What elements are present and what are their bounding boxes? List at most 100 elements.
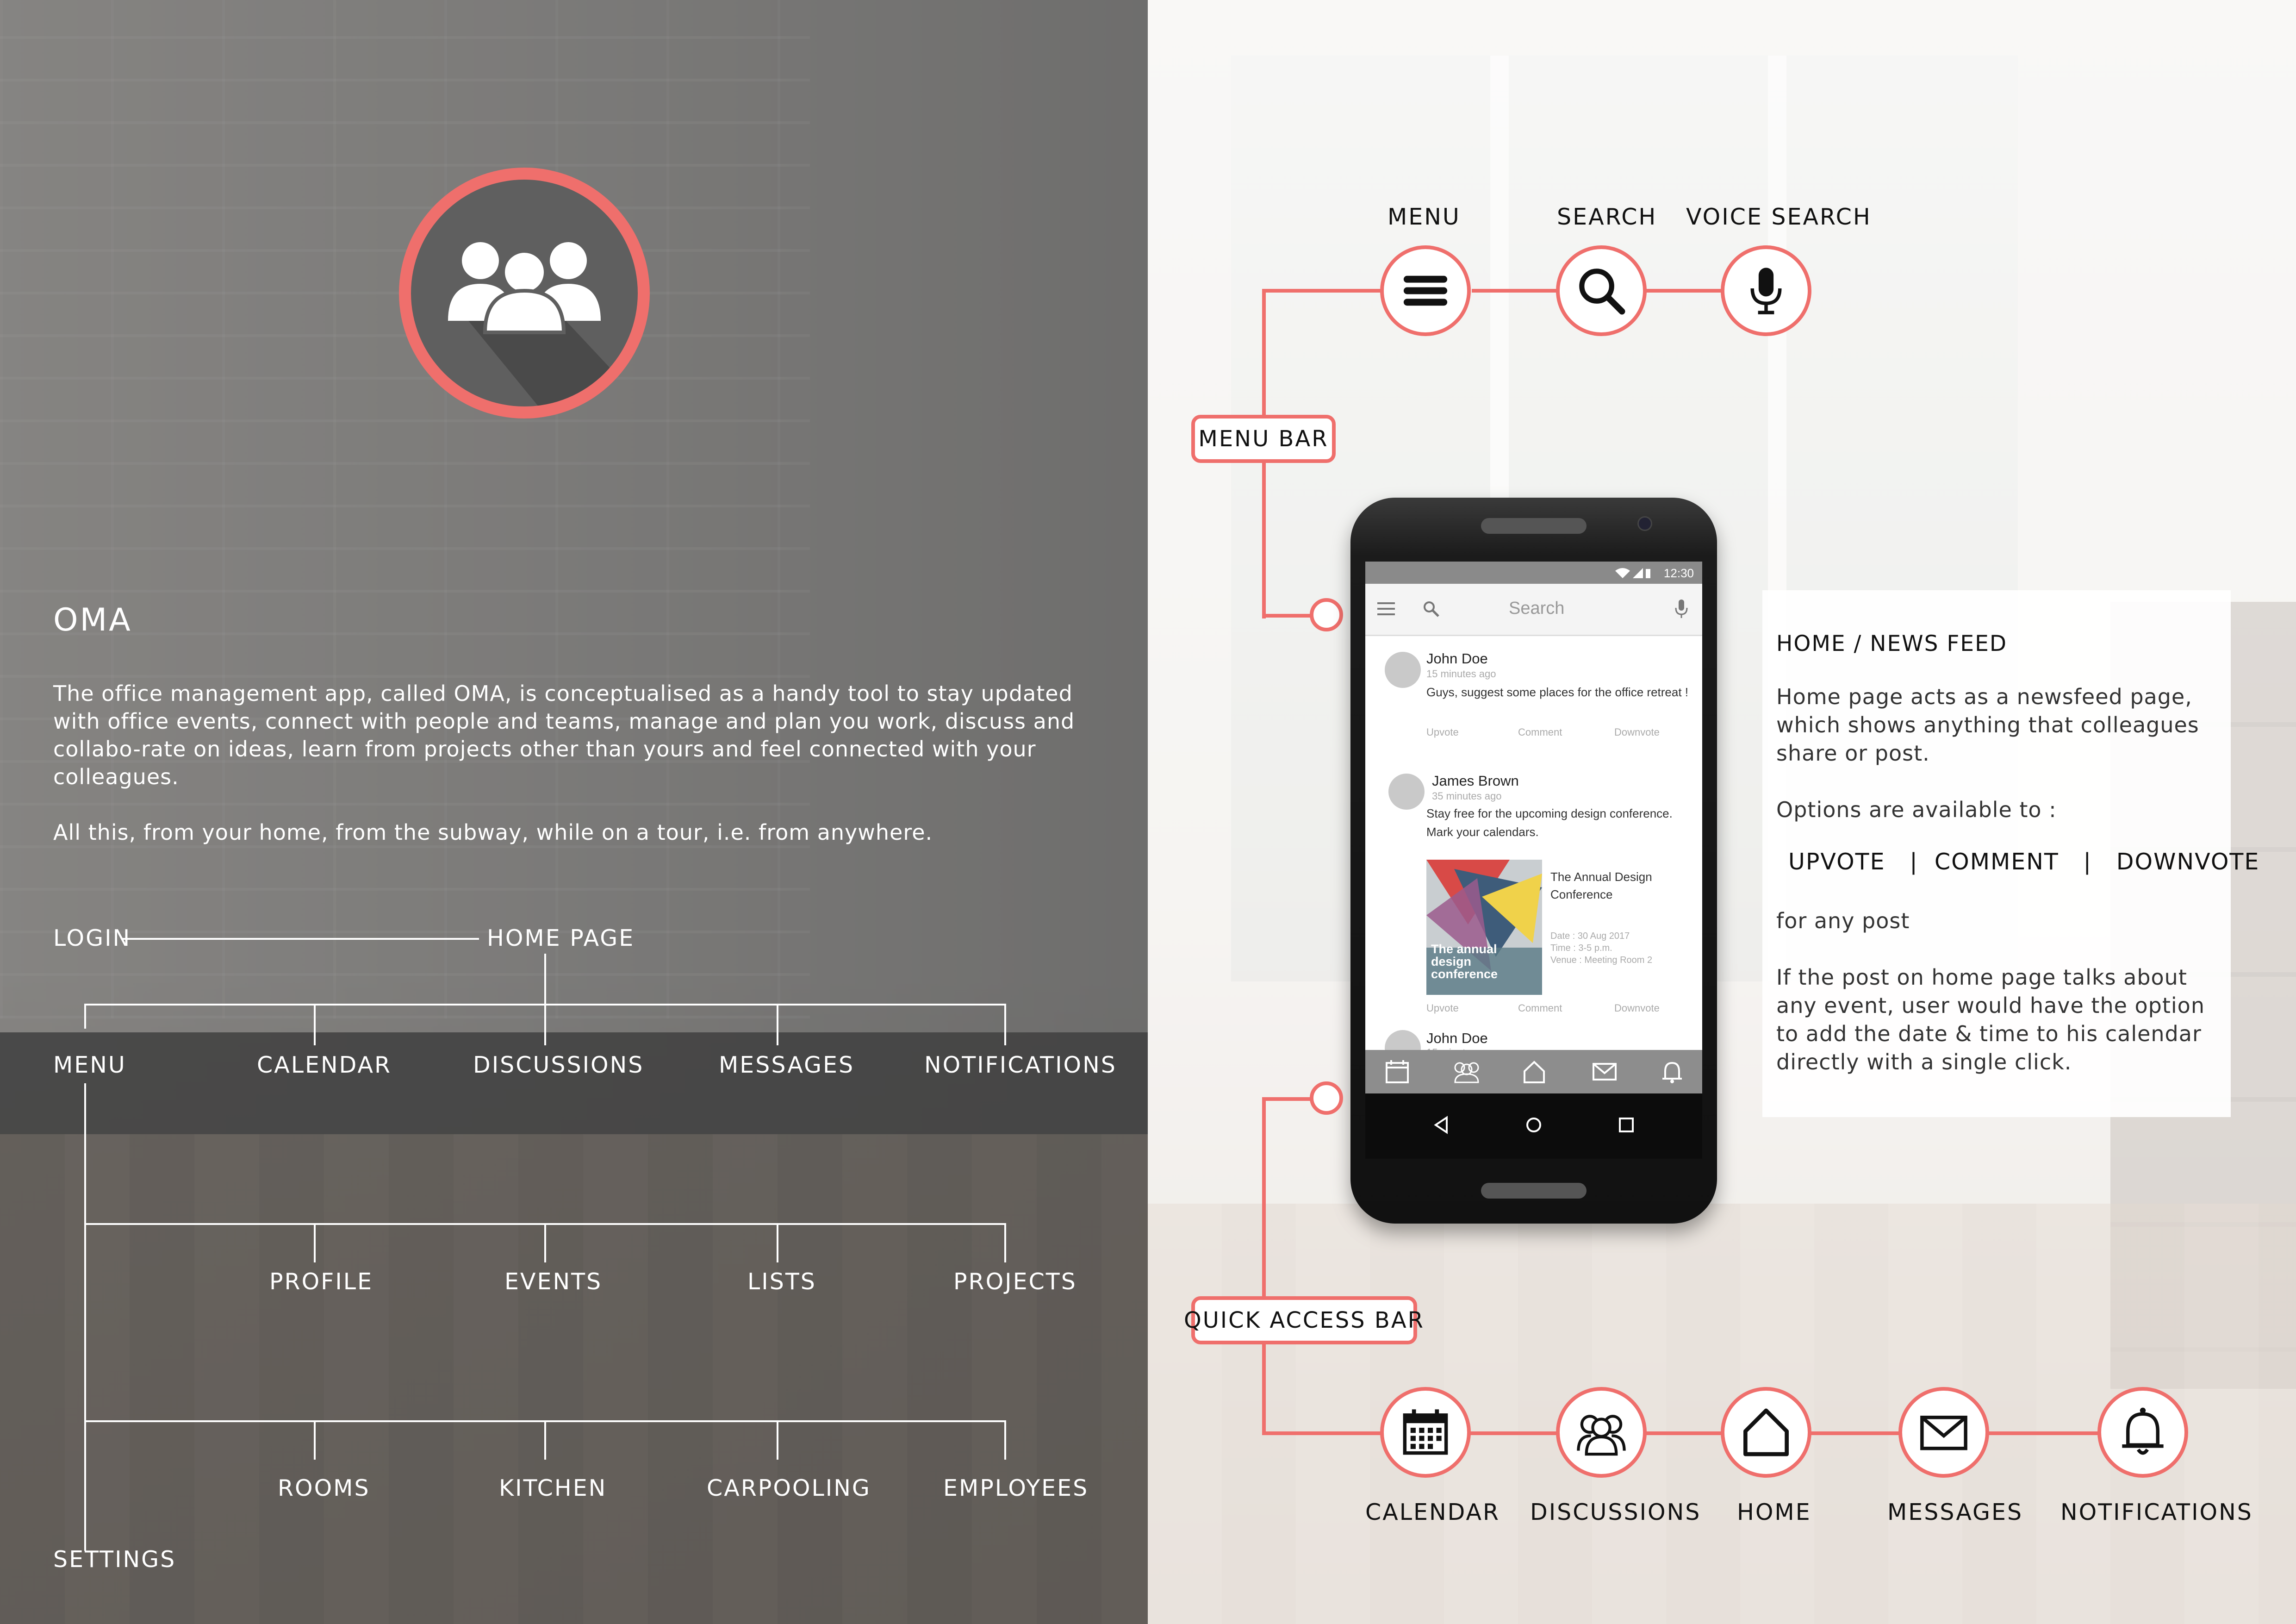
hamburger-icon — [1403, 275, 1448, 306]
event-date: Date : 30 Aug 2017 — [1550, 931, 1630, 941]
info-title: HOME / NEWS FEED — [1776, 631, 2008, 656]
sitemap-projects: PROJECTS — [953, 1268, 1077, 1295]
home-label: HOME — [1737, 1499, 1811, 1525]
discussions-button[interactable] — [1556, 1387, 1647, 1478]
search-label: SEARCH — [1557, 204, 1657, 230]
connector-line — [1262, 289, 1382, 293]
messages-button[interactable] — [1898, 1387, 1989, 1478]
microphone-icon[interactable] — [1674, 599, 1688, 619]
info-paragraph: for any post — [1776, 908, 1910, 933]
home-icon[interactable] — [1521, 1058, 1548, 1085]
info-paragraph: Options are available to : — [1776, 797, 2057, 822]
sitemap-connector — [84, 1004, 86, 1029]
sitemap-connector — [1004, 1223, 1006, 1262]
search-icon — [1579, 269, 1625, 315]
microphone-icon — [1750, 268, 1782, 314]
menu-bar-tag: MENU BAR — [1191, 415, 1336, 463]
sitemap-settings: SETTINGS — [53, 1546, 176, 1573]
tagline-paragraph: All this, from your home, from the subwa… — [53, 820, 933, 845]
post-author: John Doe — [1426, 1030, 1488, 1046]
connector-line — [1262, 1097, 1266, 1435]
discussions-label: DISCUSSIONS — [1530, 1499, 1701, 1525]
sitemap-rooms: ROOMS — [278, 1475, 370, 1501]
info-options: UPVOTE | COMMENT | DOWNVOTE — [1788, 849, 2260, 875]
home-button[interactable] — [1721, 1387, 1811, 1478]
avatar — [1385, 652, 1421, 688]
app-description: The office management app, called OMA, i… — [53, 680, 1108, 874]
bell-icon[interactable] — [1659, 1058, 1686, 1085]
event-details: Date : 30 Aug 2017 Time : 3-5 p.m. Venue… — [1550, 930, 1652, 966]
envelope-icon — [1920, 1416, 1967, 1450]
calendar-icon[interactable] — [1384, 1058, 1411, 1085]
sitemap-connector — [1004, 1420, 1006, 1460]
post-time: 15 minutes ago — [1426, 668, 1496, 680]
calendar-button[interactable] — [1380, 1387, 1471, 1478]
home-icon — [1743, 1408, 1789, 1456]
sitemap-connector — [544, 1223, 546, 1262]
bell-icon — [2122, 1407, 2164, 1455]
event-venue: Venue : Meeting Room 2 — [1550, 955, 1653, 965]
hamburger-icon[interactable] — [1377, 602, 1395, 615]
sitemap-connector — [123, 938, 479, 940]
post-author: James Brown — [1432, 773, 1519, 789]
voice-search-button[interactable] — [1721, 245, 1811, 336]
phone-speaker — [1481, 1183, 1587, 1199]
envelope-icon[interactable] — [1591, 1058, 1618, 1085]
recents-icon[interactable] — [1615, 1114, 1637, 1136]
phone-mockup: 12:30 Search John Doe 15 minutes ago Guy… — [1350, 498, 1717, 1224]
upvote-button[interactable]: Upvote — [1426, 1002, 1459, 1014]
search-button[interactable] — [1556, 245, 1647, 336]
group-icon — [1577, 1415, 1626, 1456]
event-time: Time : 3-5 p.m. — [1550, 943, 1612, 953]
status-bar: 12:30 — [1365, 562, 1702, 584]
downvote-button[interactable]: Downvote — [1614, 1002, 1660, 1014]
notifications-button[interactable] — [2097, 1387, 2188, 1478]
app-bar: Search — [1365, 584, 1702, 636]
sitemap-calendar: CALENDAR — [257, 1052, 392, 1078]
event-title: The Annual Design Conference — [1550, 870, 1652, 901]
notifications-label: NOTIFICATIONS — [2060, 1499, 2253, 1525]
calendar-label: CALENDAR — [1365, 1499, 1500, 1525]
avatar — [1388, 774, 1425, 810]
messages-label: MESSAGES — [1887, 1499, 2023, 1525]
search-input[interactable]: Search — [1509, 599, 1564, 618]
sitemap-connector — [314, 1223, 316, 1262]
sitemap-connector — [777, 1223, 778, 1262]
app-logo — [399, 168, 650, 418]
sitemap-connector — [314, 1004, 316, 1045]
phone-screen: 12:30 Search John Doe 15 minutes ago Guy… — [1365, 562, 1702, 1159]
comment-button[interactable]: Comment — [1518, 726, 1562, 738]
sitemap-connector — [544, 1420, 546, 1460]
sitemap-notifications: NOTIFICATIONS — [924, 1052, 1117, 1078]
sitemap-lists: LISTS — [747, 1268, 816, 1295]
upvote-button[interactable]: Upvote — [1426, 726, 1459, 738]
search-icon[interactable] — [1422, 600, 1440, 618]
downvote-button[interactable]: Downvote — [1614, 726, 1660, 738]
comment-button[interactable]: Comment — [1518, 1002, 1562, 1014]
group-icon — [411, 180, 638, 406]
connector-line — [1262, 1097, 1313, 1101]
sitemap-connector — [777, 1420, 778, 1460]
group-icon[interactable] — [1449, 1058, 1485, 1085]
sitemap-connector — [314, 1420, 316, 1460]
quick-access-bar — [1365, 1050, 1702, 1093]
post-body: Guys, suggest some places for the office… — [1426, 685, 1689, 699]
quick-access-tag: QUICK ACCESS BAR — [1184, 1296, 1423, 1344]
menu-button[interactable] — [1380, 245, 1471, 336]
sitemap-kitchen: KITCHEN — [499, 1475, 607, 1501]
sitemap-spine — [84, 1083, 86, 1551]
sitemap-messages: MESSAGES — [719, 1052, 855, 1078]
sitemap-connector — [544, 954, 546, 1005]
menu-bar-pointer — [1310, 598, 1343, 631]
sitemap-menu: MENU — [53, 1052, 126, 1078]
android-navigation-bar — [1365, 1093, 1702, 1159]
event-poster: The annual design conference — [1426, 860, 1542, 995]
post-author: John Doe — [1426, 650, 1488, 667]
home-circle-icon[interactable] — [1523, 1114, 1545, 1136]
sitemap-connector — [544, 1004, 546, 1045]
info-paragraph: Home page acts as a newsfeed page, which… — [1776, 684, 2199, 766]
poster-text: The annual design conference — [1431, 942, 1498, 981]
back-icon[interactable] — [1430, 1114, 1452, 1136]
app-title: OMA — [53, 602, 132, 638]
info-paragraph: If the post on home page talks about any… — [1776, 965, 2205, 1074]
